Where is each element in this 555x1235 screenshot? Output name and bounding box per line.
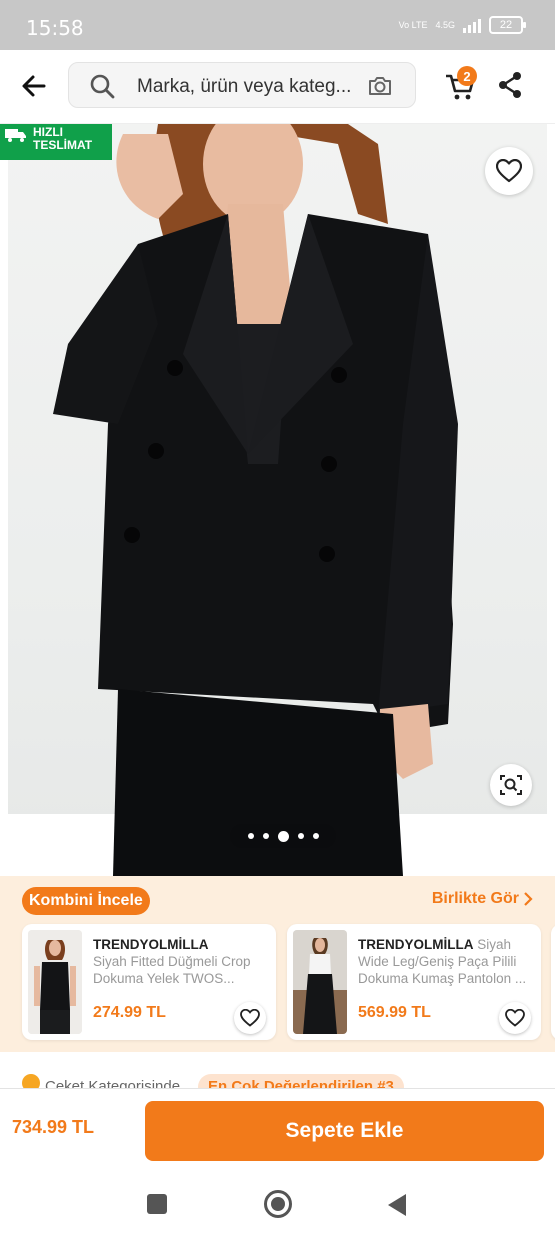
search-placeholder: Marka, ürün veya kateg... bbox=[137, 76, 352, 97]
product-price: 734.99 TL bbox=[12, 1117, 95, 1137]
battery-icon: 22 bbox=[489, 16, 526, 34]
gallery-dot bbox=[297, 833, 304, 839]
combo-favorite-button[interactable] bbox=[499, 1002, 531, 1034]
network-type: 4.5G bbox=[435, 19, 455, 30]
favorite-button[interactable] bbox=[485, 147, 533, 195]
heart-icon bbox=[240, 1009, 260, 1027]
combo-product-card-partial[interactable] bbox=[551, 924, 555, 1040]
combo-product-text: TRENDYOLMİLLA Siyah Fitted Düğmeli Crop … bbox=[93, 936, 269, 987]
chevron-right-icon bbox=[524, 892, 533, 906]
signal-icon bbox=[463, 17, 481, 33]
status-icons: Vo LTE 4.5G 22 bbox=[398, 16, 526, 34]
combo-product-text: TRENDYOLMİLLA Siyah Wide Leg/Geniş Paça … bbox=[358, 936, 534, 987]
visual-search-button[interactable] bbox=[490, 764, 532, 806]
back-button[interactable] bbox=[18, 70, 50, 102]
combo-favorite-button[interactable] bbox=[234, 1002, 266, 1034]
see-together-label: Birlikte Gör bbox=[431, 890, 519, 907]
gallery-dot bbox=[262, 833, 269, 839]
volte-indicator: Vo LTE bbox=[398, 19, 428, 30]
combo-product-price: 569.99 TL bbox=[358, 1004, 431, 1021]
combo-product-card[interactable]: TRENDYOLMİLLA Siyah Wide Leg/Geniş Paça … bbox=[287, 924, 541, 1040]
fast-delivery-line2: TESLİMAT bbox=[33, 138, 93, 152]
camera-search-icon[interactable] bbox=[367, 73, 393, 99]
home-dot-icon bbox=[271, 1197, 285, 1211]
heart-icon bbox=[505, 1009, 525, 1027]
battery-level: 22 bbox=[499, 19, 513, 31]
system-nav-bar bbox=[0, 1174, 555, 1235]
home-button[interactable] bbox=[264, 1190, 292, 1218]
combo-product-image bbox=[28, 930, 82, 1034]
truck-icon bbox=[5, 129, 26, 142]
product-image[interactable] bbox=[8, 124, 547, 876]
combo-product-desc: Siyah Fitted Düğmeli Crop Dokuma Yelek T… bbox=[93, 954, 251, 986]
combo-section: Kombini İncele Birlikte Gör TRENDYOLMİLL… bbox=[0, 876, 555, 1052]
recent-apps-button[interactable] bbox=[147, 1194, 167, 1214]
bottom-action-bar: 734.99 TL Sepete Ekle bbox=[0, 1088, 555, 1174]
gallery-dot bbox=[312, 833, 319, 839]
combo-product-card[interactable]: TRENDYOLMİLLA Siyah Fitted Düğmeli Crop … bbox=[22, 924, 276, 1040]
combo-product-image bbox=[293, 930, 347, 1034]
status-bar: 15:58 Vo LTE 4.5G 22 bbox=[0, 0, 555, 50]
gallery-dot bbox=[247, 833, 254, 839]
arrow-left-icon bbox=[22, 75, 46, 97]
heart-icon bbox=[496, 159, 522, 183]
share-button[interactable] bbox=[496, 70, 524, 100]
combo-product-brand: TRENDYOLMİLLA bbox=[93, 937, 209, 952]
product-photo bbox=[8, 124, 547, 876]
app-header: Marka, ürün veya kateg... 2 bbox=[0, 50, 555, 124]
search-input[interactable]: Marka, ürün veya kateg... bbox=[68, 62, 416, 108]
combo-product-brand: TRENDYOLMİLLA bbox=[358, 937, 474, 952]
category-ranking[interactable]: Ceket Kategorisinde En Çok Değerlendiril… bbox=[0, 1062, 555, 1090]
combo-product-price: 274.99 TL bbox=[93, 1004, 166, 1021]
combo-title: Kombini İncele bbox=[22, 887, 150, 915]
lens-scan-icon bbox=[500, 775, 522, 795]
status-time: 15:58 bbox=[26, 16, 84, 40]
add-to-cart-button[interactable]: Sepete Ekle bbox=[145, 1101, 544, 1161]
search-icon bbox=[90, 74, 115, 99]
system-back-button[interactable] bbox=[388, 1194, 406, 1216]
gallery-dot bbox=[277, 830, 289, 842]
share-icon bbox=[499, 72, 521, 98]
see-together-link[interactable]: Birlikte Gör bbox=[432, 890, 533, 908]
gallery-pagination bbox=[230, 824, 336, 848]
cart-count-badge: 2 bbox=[457, 66, 477, 86]
